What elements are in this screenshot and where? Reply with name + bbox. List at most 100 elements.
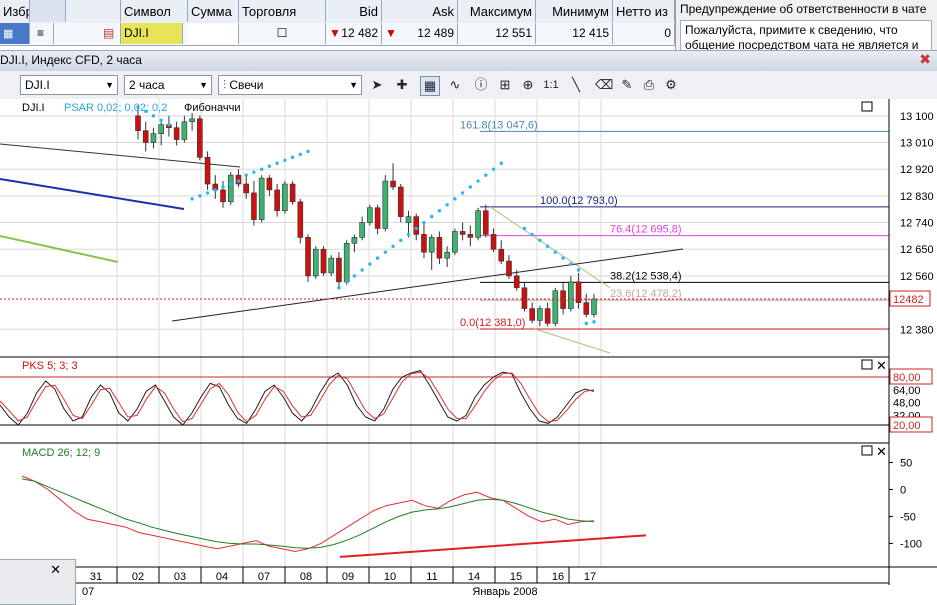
chevron-down-icon: ▼ (349, 80, 358, 90)
candle-body (452, 231, 458, 253)
quote-row[interactable]: ▦ ≡ ▤ DJI.I ☐ ▼ 12 482 ▼ 12 489 12 551 12 … (0, 23, 675, 46)
symbol-select[interactable]: DJI.I ▼ (20, 75, 118, 95)
psar-dot (167, 123, 171, 127)
floating-panel[interactable]: ✕ (0, 559, 76, 605)
candle-body (243, 183, 250, 194)
psar-dot (576, 268, 581, 272)
psar-dot (159, 118, 163, 122)
close-icon[interactable]: ✕ (876, 358, 887, 373)
info-icon[interactable]: ⓘ (472, 76, 490, 94)
column-header-amount[interactable]: Сумма (188, 0, 239, 22)
price-tick-label: 12 560 (900, 271, 934, 283)
paint-icon[interactable]: ✎ (618, 76, 636, 94)
fib-level-label: 76.4(12 695,8) (610, 224, 682, 236)
candle-body (544, 308, 551, 324)
fib-level-label: 23.6(12 478,2) (610, 288, 682, 300)
eraser-icon[interactable]: ⌫ (595, 76, 613, 94)
candle-body (158, 124, 164, 134)
psar-dot (275, 161, 279, 165)
candle-body (467, 234, 474, 238)
candle-body (560, 290, 566, 309)
crosshair-icon[interactable]: ✚ (393, 76, 411, 94)
quote-table-header: Избр Символ Сумма Торговля Bid Ask Макси… (0, 0, 675, 24)
chart-window-titlebar[interactable]: DJI.I, Индекс CFD, 2 часа ✖ (0, 50, 937, 71)
column-header-symbol[interactable]: Символ (121, 0, 188, 22)
psar-dot (236, 179, 241, 183)
psar-dot (221, 185, 225, 189)
candle-body (405, 216, 412, 223)
close-icon[interactable]: ✕ (876, 444, 887, 459)
psar-dot (429, 214, 434, 219)
psar-dot (453, 197, 457, 201)
close-icon[interactable]: ✕ (50, 562, 61, 578)
candle-body (336, 257, 342, 283)
column-header-net[interactable]: Нетто из (613, 0, 675, 22)
macd-tick-label: 50 (900, 457, 912, 469)
time-tick-label: 14 (468, 571, 480, 583)
candle-body (227, 174, 234, 203)
column-header-low[interactable]: Минимум (536, 0, 613, 22)
psar-dot (283, 158, 287, 162)
favorites-label: Избр (3, 4, 30, 19)
candle-body (258, 177, 265, 220)
period-select-value: 2 часа (129, 78, 165, 92)
candle-body (459, 231, 466, 235)
candle-body (568, 281, 574, 309)
candle-body (204, 157, 211, 185)
legend-macd: MACD 26; 12; 9 (22, 447, 100, 459)
grid-toggle-icon[interactable]: ▦ (420, 76, 440, 96)
chart-type-select[interactable]: ⫶ Свечи ▼ (218, 75, 362, 95)
psar-dot (198, 194, 202, 198)
favorites-tab[interactable]: Избр (0, 0, 30, 22)
legend-fibonacci: Фибоначчи (184, 102, 240, 114)
candles-icon: ⫶ (223, 78, 227, 92)
column-header-high[interactable]: Максимум (458, 0, 536, 22)
psar-dot (553, 250, 558, 254)
zoom-icon[interactable]: ⊕ (519, 76, 537, 94)
zoom-area-icon[interactable]: ⊞ (496, 76, 514, 94)
fib-level-label: 0.0(12 381,0) (460, 317, 525, 329)
candle-body (482, 210, 489, 235)
time-tick-label: 11 (426, 571, 437, 583)
line-tool-icon[interactable]: ╲ (567, 76, 585, 94)
chart-area[interactable]: 161.8(13 047,6) 100.0(12 793,0) 76.4(12 69… (0, 99, 937, 603)
psar-dot (445, 203, 449, 207)
column-header-trade[interactable]: Торговля (239, 0, 326, 22)
time-tick-label: 09 (342, 571, 354, 583)
candle-body (297, 201, 304, 238)
print-icon[interactable]: ⎙ (640, 76, 658, 94)
macd-tick-label: -100 (900, 538, 922, 550)
trade-checkbox[interactable]: ☐ (239, 23, 326, 44)
amount-input[interactable] (188, 23, 239, 44)
candle-body (135, 115, 141, 131)
price-tick-label: 12 830 (900, 191, 934, 203)
stochastic-tick-label: 80,00 (893, 372, 921, 384)
detail-icon[interactable]: ▤ (100, 23, 121, 44)
one-to-one-icon[interactable]: 1:1 (542, 76, 560, 94)
candle-body (390, 180, 396, 188)
period-select[interactable]: 2 часа ▼ (124, 75, 212, 95)
column-header-bid[interactable]: Bid (326, 0, 382, 22)
fib-level-label: 100.0(12 793,0) (540, 195, 618, 207)
settings-icon[interactable]: ⚙ (662, 76, 680, 94)
column-header-ask[interactable]: Ask (382, 0, 458, 22)
candle-body (382, 180, 389, 229)
indicator-icon[interactable]: ∿ (446, 76, 464, 94)
candle-body (444, 251, 450, 259)
fib-level-label: 161.8(13 047,6) (460, 119, 538, 131)
psar-dot (399, 238, 403, 243)
price-tick-label: 12 740 (900, 218, 934, 230)
candle-body (583, 302, 590, 315)
candle-body (266, 177, 273, 191)
time-tick-label: 02 (132, 571, 144, 583)
symbol-cell[interactable]: DJI.I (121, 23, 183, 44)
candle-body (220, 189, 226, 203)
row-menu-icon[interactable]: ≡ (34, 23, 54, 44)
psar-dot (344, 280, 349, 284)
psar-dot (205, 191, 210, 195)
fib-level-label: 38.2(12 538,4) (610, 270, 682, 282)
candle-body (173, 127, 180, 140)
cursor-icon[interactable]: ➤ (368, 76, 386, 94)
close-icon[interactable]: ✖ (919, 51, 931, 68)
candle-body (428, 237, 435, 253)
